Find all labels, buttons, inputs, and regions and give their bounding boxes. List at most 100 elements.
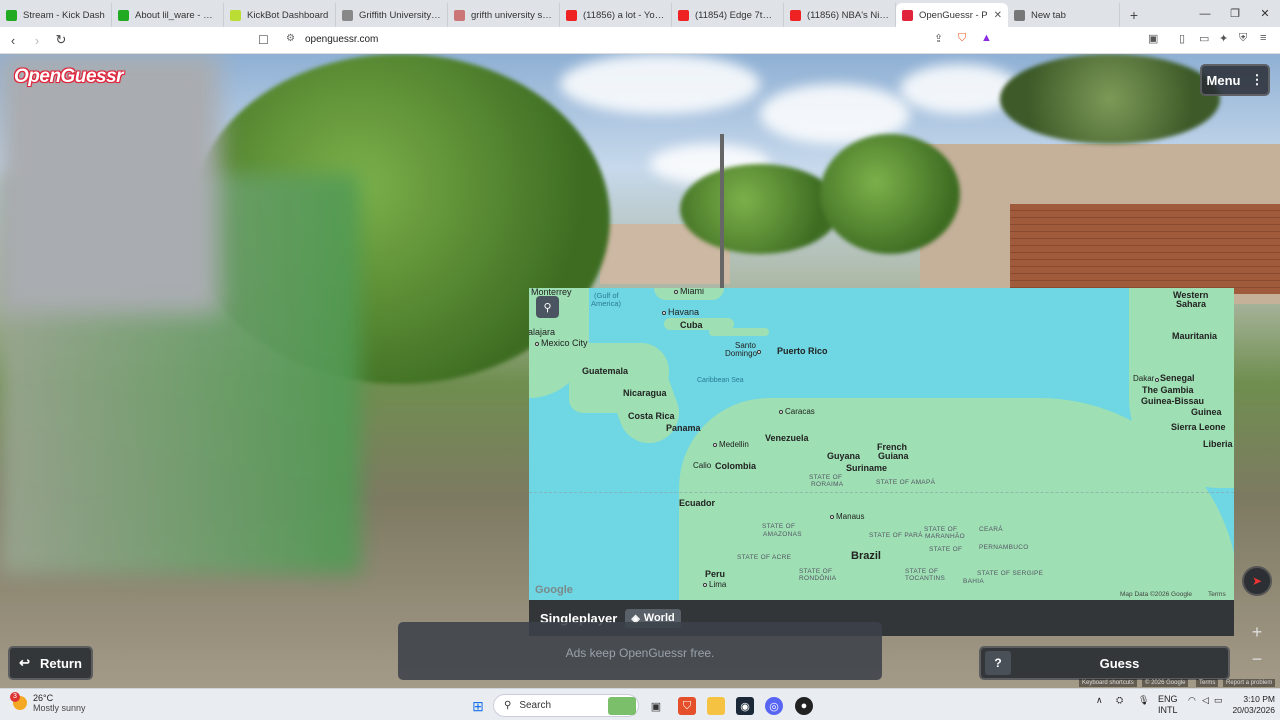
- browser-tab[interactable]: (11854) Edge 7th WWI: [672, 3, 784, 27]
- compass-icon[interactable]: ➤: [1242, 566, 1272, 596]
- microphone-icon[interactable]: 🎙: [1138, 695, 1149, 706]
- map-label: Havana: [668, 307, 700, 317]
- sidebar-icon[interactable]: ▯: [1179, 32, 1185, 45]
- vpn-icon[interactable]: ⛨: [1239, 32, 1247, 45]
- map-label: STATE OF: [905, 568, 939, 575]
- window-controls: — ❐ ✕: [1190, 0, 1280, 27]
- tab-label: Stream - Kick Dash: [23, 9, 105, 21]
- brave-shield-icon[interactable]: ⛉: [958, 32, 966, 45]
- openguessr-logo[interactable]: OpenGuessr: [14, 66, 124, 88]
- browser-tab[interactable]: grifth university sports: [448, 3, 560, 27]
- browser-tab[interactable]: (11856) a lot - YouTub: [560, 3, 672, 27]
- site-info-icon[interactable]: ⚙: [286, 33, 295, 44]
- browser-menu-icon[interactable]: ≡: [1260, 32, 1266, 44]
- discord-icon[interactable]: ◎: [765, 697, 783, 715]
- map-label: Ecuador: [679, 498, 716, 508]
- wifi-icon[interactable]: ◠: [1188, 695, 1196, 706]
- menu-button[interactable]: Menu ⋮: [1200, 64, 1270, 96]
- wallet-icon[interactable]: ▣: [1148, 32, 1158, 45]
- tab-label: (11856) a lot - YouTub: [583, 9, 665, 21]
- browser-tab[interactable]: OpenGuessr - P ✕: [896, 3, 1008, 27]
- ad-text: Ads keep OpenGuessr free.: [565, 646, 715, 660]
- map-label: STATE OF: [799, 568, 833, 575]
- google-terms-link[interactable]: Terms: [1196, 679, 1219, 687]
- tab-favicon-icon: [454, 9, 465, 21]
- guess-map[interactable]: Monterrey (Gulf of America) Miami Havana…: [529, 288, 1234, 600]
- tab-close-icon[interactable]: ✕: [994, 10, 1002, 21]
- steam-icon[interactable]: ◉: [736, 697, 754, 715]
- map-terms-link[interactable]: Terms: [1208, 591, 1226, 598]
- weather-widget[interactable]: 3 26°C Mostly sunny: [10, 692, 86, 713]
- tray-overflow-icon[interactable]: ∧: [1096, 695, 1103, 706]
- new-tab-button[interactable]: +: [1120, 3, 1148, 27]
- map-label: Guatemala: [582, 366, 629, 376]
- clock-date: 20/03/2026: [1232, 705, 1275, 715]
- browser-tab[interactable]: About lil_ware - Watch: [112, 3, 224, 27]
- system-clock[interactable]: 3:10 PM 20/03/2026: [1225, 694, 1275, 716]
- tab-label: OpenGuessr - P: [919, 9, 988, 21]
- map-label: STATE OF PARÁ: [869, 532, 923, 539]
- share-icon[interactable]: ⇪: [934, 32, 943, 45]
- map-label: Guyana: [827, 451, 861, 461]
- map-label: Mexico City: [541, 338, 588, 348]
- url-field[interactable]: openguessr.com: [305, 34, 378, 45]
- map-label: Cuba: [680, 320, 703, 330]
- map-label: Peru: [705, 569, 726, 579]
- weather-badge: 3: [10, 692, 20, 702]
- map-label: STATE OF SERGIPE: [977, 570, 1044, 577]
- maximize-icon[interactable]: ❐: [1220, 0, 1250, 27]
- map-label: Miami: [680, 288, 704, 296]
- tab-favicon-icon: [230, 9, 241, 21]
- map-label: Puerto Rico: [777, 346, 828, 356]
- map-label: Guiana: [878, 451, 909, 461]
- lang-layout: INTL: [1158, 705, 1178, 715]
- zoom-out-icon[interactable]: −: [1244, 646, 1270, 672]
- map-label: Caribbean Sea: [697, 377, 744, 384]
- tab-favicon-icon: [118, 9, 129, 21]
- guess-button[interactable]: Guess: [1011, 656, 1228, 671]
- browser-tab[interactable]: KickBot Dashboard: [224, 3, 336, 27]
- battery-icon[interactable]: ▭: [1214, 695, 1223, 706]
- browser-tab[interactable]: Griffith University Spo: [336, 3, 448, 27]
- map-label: Lima: [709, 580, 727, 589]
- map-settings-icon[interactable]: ⚲: [536, 296, 559, 318]
- cast-icon[interactable]: ▭: [1199, 32, 1209, 45]
- obs-icon[interactable]: ●: [795, 697, 813, 715]
- map-label: Suriname: [846, 463, 888, 473]
- keyboard-shortcuts-link[interactable]: Keyboard shortcuts: [1079, 679, 1137, 687]
- browser-tab[interactable]: Stream - Kick Dash: [0, 3, 112, 27]
- map-label: MARANHÃO: [925, 533, 965, 540]
- back-icon[interactable]: ‹: [2, 29, 24, 51]
- weather-desc: Mostly sunny: [33, 703, 86, 713]
- volume-icon[interactable]: ◁: [1202, 695, 1209, 706]
- tab-favicon-icon: [1014, 9, 1025, 21]
- file-explorer-icon[interactable]: [707, 697, 725, 715]
- windows-taskbar: 3 26°C Mostly sunny ⊞ ⚲ Search ▣ ⛉ ◉ ◎ ●…: [0, 688, 1280, 720]
- map-label: Caracas: [785, 407, 815, 416]
- bookmark-icon[interactable]: ☐: [258, 33, 269, 47]
- map-label: Panama: [666, 423, 701, 433]
- map-label: BAHIA: [963, 578, 985, 585]
- tray-app-icon[interactable]: ⛭: [1116, 695, 1123, 706]
- task-view-icon[interactable]: ▣: [647, 697, 665, 715]
- help-button[interactable]: ?: [985, 651, 1011, 675]
- map-label: STATE OF AMAPÁ: [876, 479, 936, 486]
- windows-start-icon[interactable]: ⊞: [469, 697, 487, 715]
- menu-label: Menu: [1206, 72, 1241, 88]
- return-button[interactable]: ↩ Return: [8, 646, 93, 680]
- brave-rewards-icon[interactable]: ▲: [981, 32, 992, 44]
- close-window-icon[interactable]: ✕: [1250, 0, 1280, 27]
- browser-tab[interactable]: New tab: [1008, 3, 1120, 27]
- reload-icon[interactable]: ↻: [50, 29, 72, 51]
- search-highlight-icon[interactable]: [608, 697, 636, 715]
- map-label: RONDÔNIA: [799, 575, 837, 582]
- minimize-icon[interactable]: —: [1190, 0, 1220, 27]
- leo-ai-icon[interactable]: ✦: [1219, 32, 1228, 45]
- browser-tab[interactable]: (11856) NBA's Nightly: [784, 3, 896, 27]
- brave-browser-icon[interactable]: ⛉: [678, 697, 696, 715]
- forward-icon[interactable]: ›: [26, 29, 48, 51]
- language-indicator[interactable]: ENG INTL: [1158, 694, 1178, 716]
- map-label: America): [591, 299, 622, 308]
- zoom-in-icon[interactable]: +: [1244, 619, 1270, 645]
- report-problem-link[interactable]: Report a problem: [1223, 679, 1276, 687]
